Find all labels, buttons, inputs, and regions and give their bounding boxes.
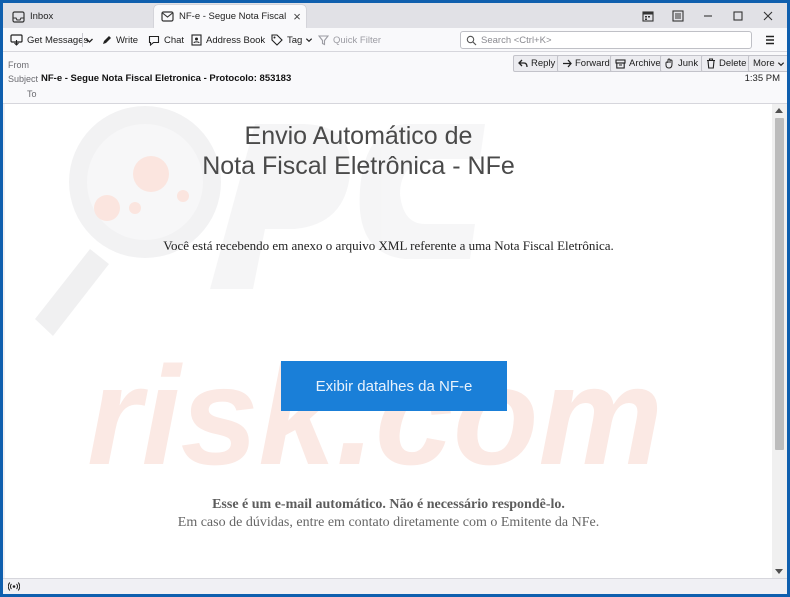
chevron-down-icon [86, 38, 93, 43]
message-lead-text: Você está recebendo em anexo o arquivo X… [163, 238, 614, 253]
from-label: From [8, 60, 29, 70]
scroll-up-arrow-icon[interactable] [775, 108, 783, 113]
scroll-down-arrow-icon[interactable] [775, 569, 783, 574]
chat-button[interactable]: Chat [148, 31, 184, 49]
calendar-icon[interactable] [633, 3, 663, 28]
chevron-down-icon [777, 61, 784, 66]
contact-notice: Em caso de dúvidas, entre em contato dir… [177, 515, 600, 530]
archive-icon [615, 58, 626, 69]
maximize-icon[interactable] [723, 3, 753, 28]
search-box[interactable] [460, 31, 752, 49]
pencil-icon [103, 35, 111, 44]
tasks-icon[interactable] [663, 3, 693, 28]
get-messages-icon [10, 34, 23, 46]
junk-button[interactable]: Junk [660, 55, 704, 72]
address-book-button[interactable]: Address Book [191, 31, 265, 49]
search-input[interactable] [481, 34, 731, 46]
forward-button[interactable]: Forward [557, 55, 615, 72]
online-status-icon[interactable] [7, 581, 21, 594]
tab-label: NF-e - Segue Nota Fiscal Ele [179, 11, 288, 22]
main-toolbar: Get Messages Write Chat Address Book Tag… [3, 28, 787, 52]
mail-icon [161, 11, 174, 22]
status-bar [3, 578, 787, 594]
write-button[interactable]: Write [101, 31, 138, 49]
auto-email-notice: Esse é um e-mail automático. Não é neces… [212, 497, 565, 512]
filter-icon [318, 34, 329, 45]
message-title-line1: Envio Automático de [244, 122, 473, 150]
message-subject: NF-e - Segue Nota Fiscal Eletronica - Pr… [41, 73, 292, 84]
message-body: risk.com Envio Automático de Nota Fiscal… [5, 104, 772, 578]
reply-button[interactable]: Reply [513, 55, 561, 72]
subject-label: Subject [8, 74, 39, 84]
junk-icon [665, 58, 673, 69]
archive-button[interactable]: Archive [610, 55, 666, 72]
view-nfe-details-button[interactable]: Exibir datalhes da NF-e [281, 361, 507, 411]
tab-inbox[interactable]: Inbox [5, 5, 155, 28]
trash-icon [707, 58, 715, 69]
tag-button[interactable]: Tag [271, 31, 317, 49]
message-title-line2: Nota Fiscal Eletrônica - NFe [202, 152, 515, 180]
get-messages-button[interactable]: Get Messages [10, 31, 88, 49]
minimize-icon[interactable] [693, 3, 723, 28]
hamburger-menu-icon[interactable] [763, 33, 777, 47]
window-controls [633, 3, 783, 28]
close-tab-icon[interactable]: × [288, 9, 306, 24]
quick-filter-button[interactable]: Quick Filter [318, 31, 381, 49]
reply-icon [518, 59, 528, 68]
close-window-icon[interactable] [753, 3, 783, 28]
delete-button[interactable]: Delete [701, 55, 752, 72]
tab-label: Inbox [30, 11, 54, 22]
tag-icon [271, 34, 283, 46]
inbox-icon [12, 10, 25, 23]
tab-message[interactable]: NF-e - Segue Nota Fiscal Ele × [154, 5, 306, 28]
mail-client-window: Inbox NF-e - Segue Nota Fiscal Ele × [3, 3, 787, 594]
vertical-scrollbar[interactable] [772, 104, 787, 578]
message-header: From Subject To NF-e - Segue Nota Fiscal… [3, 52, 787, 104]
message-time: 1:35 PM [744, 73, 780, 84]
to-label: To [27, 89, 37, 99]
search-icon [466, 35, 477, 45]
chevron-down-icon [306, 38, 313, 43]
scroll-thumb[interactable] [775, 118, 784, 450]
more-button[interactable]: More [748, 55, 787, 72]
get-messages-dropdown[interactable] [85, 31, 98, 49]
chat-icon [148, 35, 160, 46]
forward-icon [563, 59, 572, 68]
address-book-icon [191, 34, 202, 46]
tab-bar: Inbox NF-e - Segue Nota Fiscal Ele × [3, 3, 787, 28]
